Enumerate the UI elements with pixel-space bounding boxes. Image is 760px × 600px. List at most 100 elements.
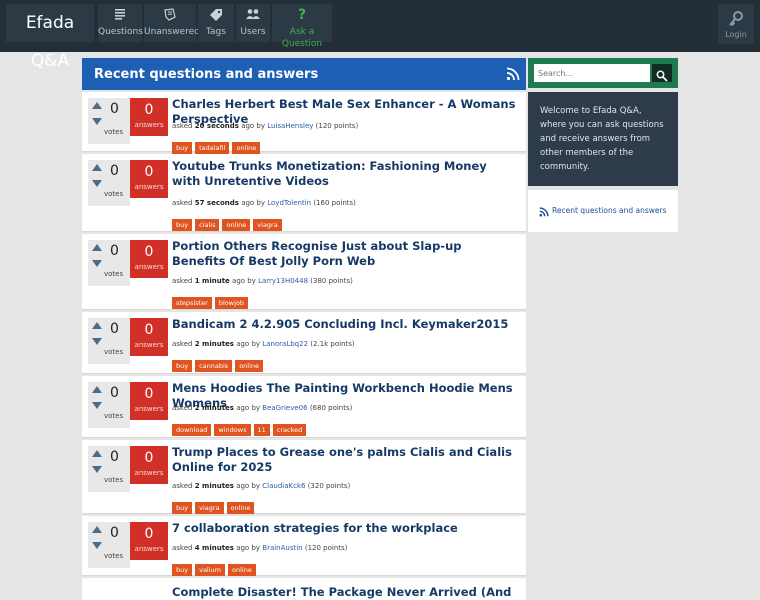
search-input[interactable]: [534, 64, 650, 82]
user-link[interactable]: BrainAustin: [262, 544, 302, 552]
tag[interactable]: stepsister: [172, 297, 212, 309]
tag[interactable]: cracked: [272, 424, 307, 436]
tag[interactable]: online: [228, 564, 256, 576]
list-icon: [98, 4, 142, 26]
main-column: Recent questions and answers: [82, 58, 526, 90]
vote-up-icon[interactable]: [92, 164, 102, 171]
vote-up-icon[interactable]: [92, 102, 102, 109]
nav-questions-label: Questions: [98, 27, 143, 37]
page-title: Recent questions and answers: [94, 67, 319, 82]
vote-down-icon[interactable]: [92, 542, 102, 549]
answer-label: answers: [134, 469, 164, 477]
vote-down-icon[interactable]: [92, 180, 102, 187]
answer-count-box[interactable]: 0 answers: [130, 318, 168, 356]
unanswered-icon: [144, 4, 196, 26]
vote-up-icon[interactable]: [92, 450, 102, 457]
user-link[interactable]: LuisaHensley: [267, 122, 313, 130]
question-item: 0 votes 0 answers 7 collaboration strate…: [82, 516, 526, 576]
main-heading-bar: Recent questions and answers: [82, 58, 526, 90]
vote-down-icon[interactable]: [92, 118, 102, 125]
nav-questions[interactable]: Questions: [98, 4, 143, 42]
question-meta: asked 2 minutes ago by LanoraLbq22 (2.1k…: [172, 340, 355, 348]
feed-link[interactable]: Recent questions and answers: [552, 206, 667, 215]
question-meta: asked 20 seconds ago by LuisaHensley (12…: [172, 122, 359, 130]
vote-down-icon[interactable]: [92, 402, 102, 409]
answer-count-box[interactable]: 0 answers: [130, 522, 168, 560]
tag[interactable]: online: [226, 502, 255, 514]
tag[interactable]: viagra: [253, 219, 282, 231]
user-link[interactable]: LoydTolentin: [267, 199, 311, 207]
vote-label: votes: [104, 552, 124, 560]
question-title[interactable]: Complete Disaster! The Package Never Arr…: [172, 585, 518, 600]
question-meta: asked 57 seconds ago by LoydTolentin (16…: [172, 199, 356, 207]
tag[interactable]: buy: [172, 219, 193, 231]
tag[interactable]: online: [222, 219, 251, 231]
search-button[interactable]: [652, 64, 672, 82]
question-title[interactable]: Bandicam 2 4.2.905 Concluding Incl. Keym…: [172, 317, 518, 332]
nav-tags[interactable]: Tags: [198, 4, 234, 42]
rss-icon: [539, 207, 549, 217]
tag[interactable]: blowjob: [214, 297, 248, 309]
vote-count: 0: [110, 321, 119, 337]
vote-down-icon[interactable]: [92, 466, 102, 473]
vote-box: 0 votes: [88, 240, 130, 286]
question-title[interactable]: Portion Others Recognise Just about Slap…: [172, 239, 518, 269]
user-link[interactable]: LanoraLbq22: [262, 340, 308, 348]
site-logo[interactable]: Efada Q&A: [6, 4, 94, 71]
answer-label: answers: [134, 121, 164, 129]
vote-up-icon[interactable]: [92, 526, 102, 533]
nav-unanswered[interactable]: Unanswered: [144, 4, 200, 42]
tag[interactable]: buy: [172, 502, 193, 514]
nav-ask-question[interactable]: ? Ask a Question: [272, 4, 332, 49]
answer-label: answers: [134, 183, 164, 191]
tag[interactable]: valium: [195, 564, 225, 576]
user-link[interactable]: BeaGrieve06: [262, 404, 307, 412]
login-button[interactable]: Login: [718, 4, 754, 44]
tag[interactable]: buy: [172, 564, 193, 576]
tag[interactable]: 11: [253, 424, 270, 436]
answer-count-box[interactable]: 0 answers: [130, 160, 168, 198]
vote-count: 0: [110, 243, 119, 259]
question-item: Complete Disaster! The Package Never Arr…: [82, 578, 526, 600]
rss-icon[interactable]: [506, 67, 520, 85]
vote-label: votes: [104, 128, 124, 136]
tag[interactable]: download: [172, 424, 212, 436]
answer-count-box[interactable]: 0 answers: [130, 382, 168, 420]
question-title[interactable]: Trump Places to Grease one's palms Ciali…: [172, 445, 518, 475]
tag[interactable]: windows: [214, 424, 251, 436]
tag[interactable]: cannabis: [195, 360, 233, 372]
tag-list: download windows 11 cracked: [172, 417, 309, 436]
answer-count-box[interactable]: 0 answers: [130, 98, 168, 136]
answer-label: answers: [134, 545, 164, 553]
nav-users[interactable]: Users: [236, 4, 270, 42]
vote-box: 0 votes: [88, 446, 130, 492]
tag[interactable]: tadalafil: [195, 142, 230, 154]
vote-up-icon[interactable]: [92, 322, 102, 329]
tag[interactable]: cialis: [195, 219, 220, 231]
tag[interactable]: viagra: [195, 502, 224, 514]
vote-label: votes: [104, 412, 124, 420]
vote-down-icon[interactable]: [92, 260, 102, 267]
question-title[interactable]: 7 collaboration strategies for the workp…: [172, 521, 518, 536]
tag[interactable]: buy: [172, 360, 193, 372]
vote-up-icon[interactable]: [92, 386, 102, 393]
answer-count-box[interactable]: 0 answers: [130, 446, 168, 484]
tag[interactable]: online: [232, 142, 261, 154]
answer-count: 0: [144, 450, 154, 466]
tag[interactable]: online: [235, 360, 264, 372]
vote-down-icon[interactable]: [92, 338, 102, 345]
question-title[interactable]: Youtube Trunks Monetization: Fashioning …: [172, 159, 518, 189]
vote-box: 0 votes: [88, 522, 130, 568]
question-meta: asked 1 minute ago by Larry13H0448 (380 …: [172, 277, 353, 285]
tag-list: buy cannabis online: [172, 353, 266, 372]
tag-list: buy viagra online: [172, 495, 257, 514]
question-mark-icon: ?: [297, 7, 307, 23]
welcome-panel: Welcome to Efada Q&A, where you can ask …: [528, 92, 678, 186]
tag[interactable]: buy: [172, 142, 193, 154]
vote-up-icon[interactable]: [92, 244, 102, 251]
answer-count: 0: [144, 164, 154, 180]
answer-count-box[interactable]: 0 answers: [130, 240, 168, 278]
user-link[interactable]: ClaudiaKck6: [262, 482, 305, 490]
nav-users-label: Users: [240, 27, 266, 37]
user-link[interactable]: Larry13H0448: [258, 277, 308, 285]
